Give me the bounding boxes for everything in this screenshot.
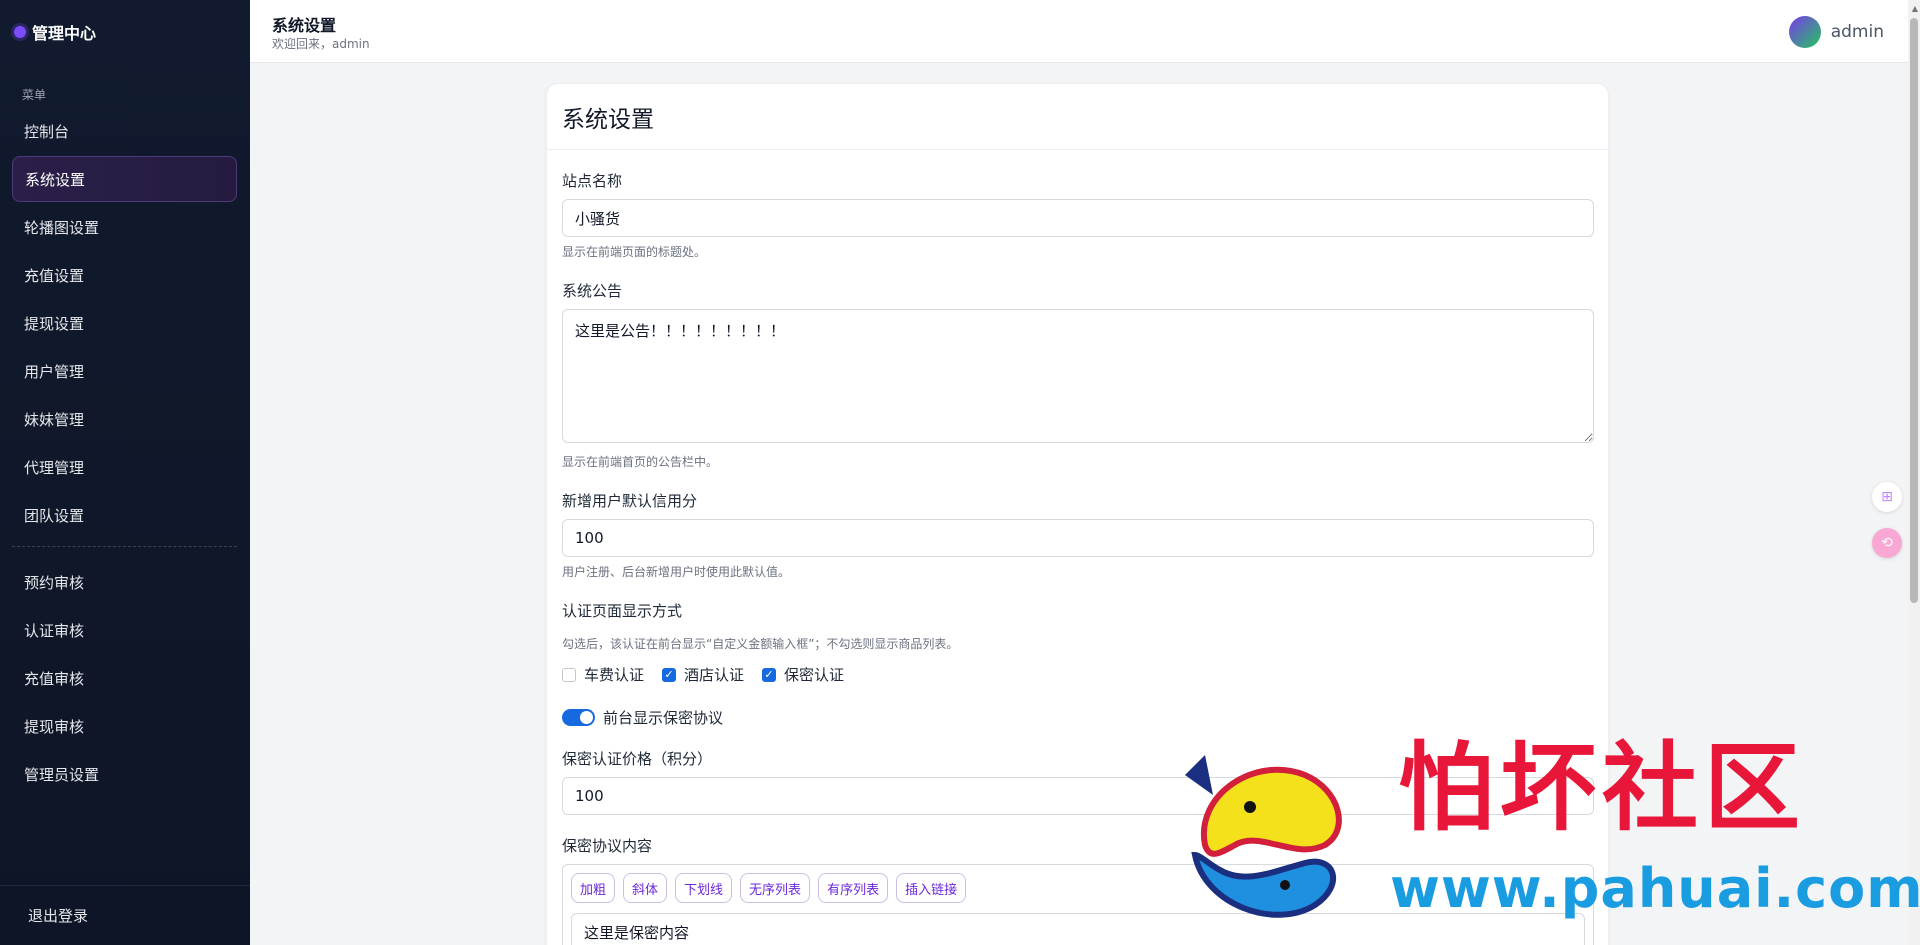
site-name-hint: 显示在前端页面的标题处。 bbox=[562, 245, 707, 259]
sidebar-item-system-settings[interactable]: 系统设置 bbox=[12, 156, 237, 202]
underline-button[interactable]: 下划线 bbox=[675, 873, 733, 903]
rich-text-editor: 加粗 斜体 下划线 无序列表 有序列表 插入链接 这里是保密内容 bbox=[562, 864, 1594, 945]
scroll-up-icon[interactable]: ▲ bbox=[1912, 4, 1918, 13]
topbar: 系统设置 欢迎回来，admin admin bbox=[250, 0, 1920, 63]
notice-hint: 显示在前端首页的公告栏中。 bbox=[562, 455, 719, 469]
credit-input[interactable] bbox=[562, 519, 1594, 557]
user-menu[interactable]: admin bbox=[1788, 16, 1884, 48]
logout-button[interactable]: 退出登录 bbox=[0, 885, 250, 945]
auth-options: 车费认证 ✓ 酒店认证 ✓ 保密认证 bbox=[562, 664, 1594, 685]
notice-textarea[interactable]: 这里是公告！！！！！！！！！ bbox=[562, 309, 1594, 443]
brand-logo-icon bbox=[14, 26, 26, 38]
checkbox-label: 保密认证 bbox=[784, 666, 845, 684]
checkbox-checked-icon[interactable]: ✓ bbox=[762, 667, 777, 682]
ordered-list-button[interactable]: 有序列表 bbox=[818, 873, 889, 903]
auth-display-hint: 勾选后，该认证在前台显示“自定义金额输入框”；不勾选则显示商品列表。 bbox=[562, 637, 959, 651]
sidebar-divider bbox=[12, 546, 237, 547]
site-name-label: 站点名称 bbox=[562, 172, 623, 190]
sidebar-nav: 控制台 系统设置 轮播图设置 充值设置 提现设置 用户管理 妹妹管理 代理管理 … bbox=[12, 108, 237, 799]
editor-toolbar: 加粗 斜体 下划线 无序列表 有序列表 插入链接 bbox=[571, 873, 1585, 903]
brand[interactable]: 管理中心 bbox=[14, 20, 96, 44]
sidebar: 管理中心 菜单 控制台 系统设置 轮播图设置 充值设置 提现设置 用户管理 妹妹… bbox=[0, 0, 250, 945]
page-title: 系统设置 bbox=[272, 16, 337, 35]
menu-caption: 菜单 bbox=[22, 88, 47, 102]
sidebar-item-withdraw-settings[interactable]: 提现设置 bbox=[12, 300, 237, 346]
checkbox-secret-auth[interactable]: ✓ 保密认证 bbox=[762, 664, 844, 685]
sidebar-item-team-settings[interactable]: 团队设置 bbox=[12, 492, 237, 538]
checkbox-label: 车费认证 bbox=[584, 666, 645, 684]
bold-button[interactable]: 加粗 bbox=[571, 873, 616, 903]
secret-price-input[interactable] bbox=[562, 777, 1594, 815]
scroll-thumb[interactable] bbox=[1910, 18, 1918, 603]
site-name-input[interactable] bbox=[562, 199, 1594, 237]
sidebar-item-admin-settings[interactable]: 管理员设置 bbox=[12, 751, 237, 797]
settings-card: 系统设置 站点名称 显示在前端页面的标题处。 系统公告 这里是公告！！！！！！！… bbox=[546, 83, 1609, 945]
toggle-label: 前台显示保密协议 bbox=[603, 709, 724, 727]
welcome-text: 欢迎回来，admin bbox=[272, 37, 370, 51]
translate-icon[interactable]: ⟲ bbox=[1872, 528, 1902, 558]
italic-button[interactable]: 斜体 bbox=[623, 873, 668, 903]
sidebar-item-dashboard[interactable]: 控制台 bbox=[12, 108, 237, 154]
secret-price-label: 保密认证价格（积分） bbox=[562, 750, 713, 768]
checkbox-fare-auth[interactable]: 车费认证 bbox=[562, 664, 644, 685]
notice-label: 系统公告 bbox=[562, 282, 623, 300]
insert-link-button[interactable]: 插入链接 bbox=[896, 873, 967, 903]
sidebar-item-user-management[interactable]: 用户管理 bbox=[12, 348, 237, 394]
credit-hint: 用户注册、后台新增用户时使用此默认值。 bbox=[562, 565, 791, 579]
brand-title: 管理中心 bbox=[32, 24, 97, 43]
user-name: admin bbox=[1830, 22, 1884, 42]
checkbox-hotel-auth[interactable]: ✓ 酒店认证 bbox=[662, 664, 744, 685]
checkbox-checked-icon[interactable]: ✓ bbox=[662, 667, 677, 682]
sidebar-item-sister-management[interactable]: 妹妹管理 bbox=[12, 396, 237, 442]
checkbox-label: 酒店认证 bbox=[684, 666, 745, 684]
secret-agreement-toggle[interactable] bbox=[562, 709, 595, 726]
sidebar-item-recharge-settings[interactable]: 充值设置 bbox=[12, 252, 237, 298]
avatar[interactable] bbox=[1788, 16, 1821, 48]
settings-form: 站点名称 显示在前端页面的标题处。 系统公告 这里是公告！！！！！！！！！ 显示… bbox=[562, 150, 1594, 945]
auth-display-label: 认证页面显示方式 bbox=[562, 602, 683, 620]
checkbox-unchecked-icon[interactable] bbox=[562, 667, 576, 682]
sidebar-item-withdraw-review[interactable]: 提现审核 bbox=[12, 703, 237, 749]
card-title: 系统设置 bbox=[547, 84, 1608, 150]
qr-scan-icon[interactable]: ⊞ bbox=[1872, 482, 1902, 512]
sidebar-item-agent-management[interactable]: 代理管理 bbox=[12, 444, 237, 490]
sidebar-item-recharge-review[interactable]: 充值审核 bbox=[12, 655, 237, 701]
bullet-list-button[interactable]: 无序列表 bbox=[740, 873, 811, 903]
secret-agreement-toggle-row: 前台显示保密协议 bbox=[562, 707, 1594, 728]
sidebar-item-auth-review[interactable]: 认证审核 bbox=[12, 607, 237, 653]
editor-content[interactable]: 这里是保密内容 bbox=[571, 913, 1585, 945]
page-scrollbar[interactable]: ▲ bbox=[1908, 0, 1920, 945]
toggle-knob bbox=[580, 711, 593, 724]
secret-content-label: 保密协议内容 bbox=[562, 837, 653, 855]
credit-label: 新增用户默认信用分 bbox=[562, 492, 698, 510]
sidebar-item-booking-review[interactable]: 预约审核 bbox=[12, 559, 237, 605]
sidebar-item-carousel-settings[interactable]: 轮播图设置 bbox=[12, 204, 237, 250]
